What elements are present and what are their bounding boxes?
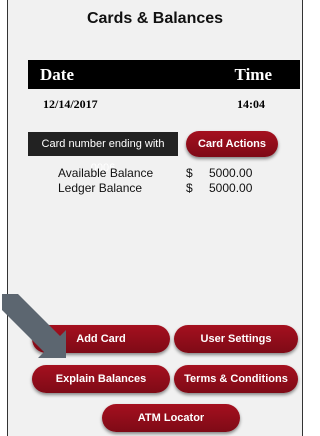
time-header: Time [234,65,272,84]
ledger-balance-amount: 5000.00 [209,181,253,195]
date-header: Date [40,65,74,84]
available-balance-amount: 5000.00 [209,166,253,180]
time-value: 14:04 [237,97,265,111]
available-balance-label: Available Balance [58,166,154,180]
page-title: Cards & Balances [86,10,224,27]
terms-conditions-button[interactable]: Terms & Conditions [174,365,298,393]
card-actions-button[interactable]: Card Actions [186,131,278,157]
available-balance-currency: $ [186,166,193,180]
explain-balances-button[interactable]: Explain Balances [32,365,170,393]
user-settings-button[interactable]: User Settings [174,325,298,353]
ledger-balance-label: Ledger Balance [58,181,143,195]
atm-locator-button[interactable]: ATM Locator [102,404,240,432]
pointer-arrow-icon [2,294,66,358]
date-value: 12/14/2017 [43,97,98,111]
date-time-header: Date Time [28,60,300,89]
card-number-label: Card number ending with 0006 [28,132,178,174]
ledger-balance-currency: $ [186,181,193,195]
